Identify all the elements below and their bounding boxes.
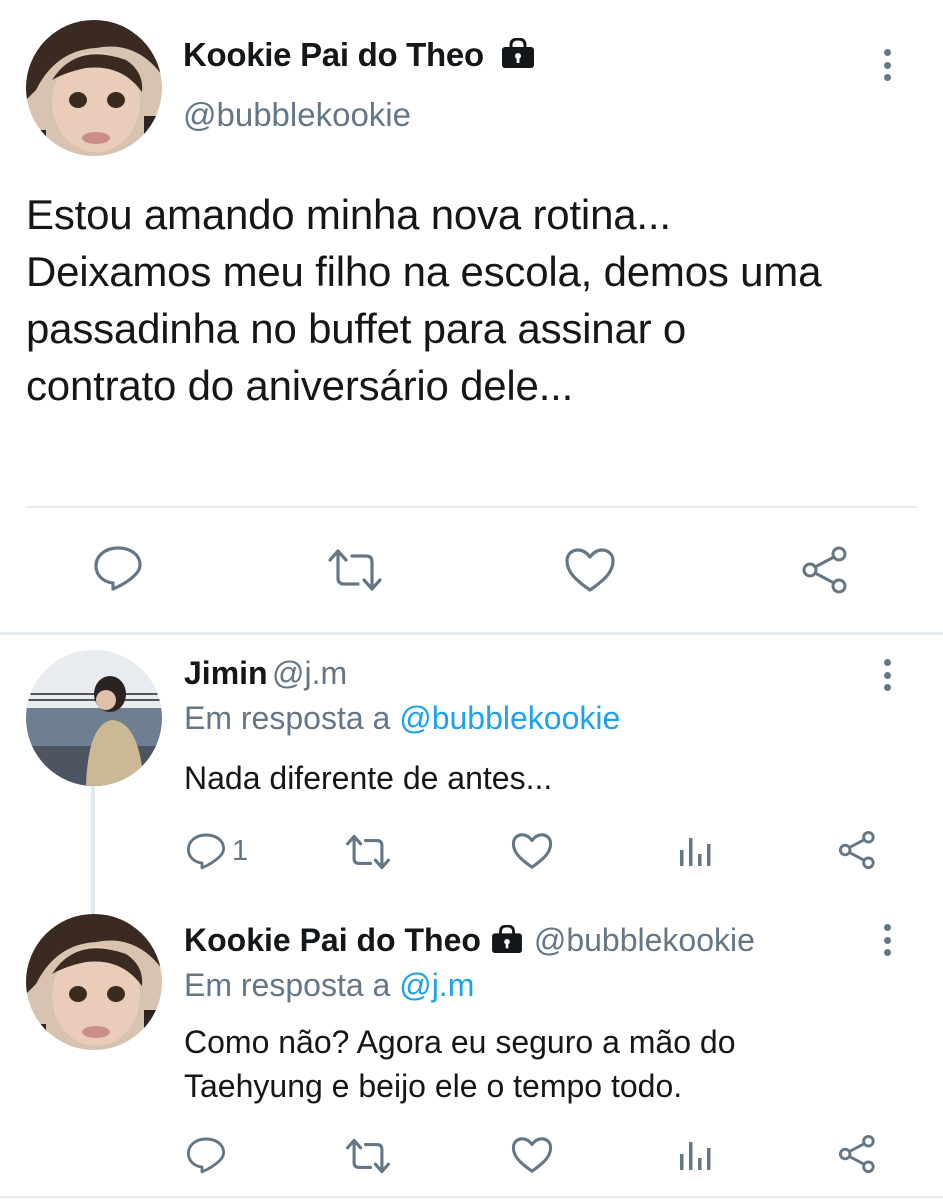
reply-text-line: Como não? Agora eu seguro a mão do — [184, 1024, 736, 1060]
share-button[interactable] — [838, 830, 878, 870]
mention-link[interactable]: @bubblekookie — [399, 700, 620, 736]
tweet-text-line: passadinha no buffet para assinar o — [26, 305, 687, 352]
avatar-kookie[interactable] — [26, 20, 162, 156]
retweet-button[interactable] — [326, 548, 384, 592]
author-name-text[interactable]: Kookie Pai do Theo — [183, 36, 484, 73]
reply-button[interactable] — [186, 1136, 226, 1174]
avatar-kookie[interactable] — [26, 914, 162, 1050]
reply-text: Como não? Agora eu seguro a mão do Taehy… — [184, 1020, 735, 1108]
like-icon — [565, 548, 615, 592]
share-button[interactable] — [801, 545, 851, 595]
like-button[interactable] — [564, 547, 616, 593]
lock-icon — [491, 924, 523, 958]
reply-text-line: Taehyung e beijo ele o tempo todo. — [184, 1068, 683, 1104]
in-reply-label: Em resposta a — [184, 967, 400, 1003]
analytics-icon — [680, 838, 711, 866]
reply-text-line: Nada diferente de antes... — [184, 760, 553, 796]
tweet-text: Estou amando minha nova rotina... Deixam… — [26, 186, 931, 414]
thread-line — [91, 786, 95, 914]
like-icon — [511, 833, 553, 869]
retweet-button[interactable] — [344, 834, 392, 870]
tweet-text-line: Deixamos meu filho na escola, demos uma — [26, 248, 822, 295]
author-handle[interactable]: @bubblekookie — [534, 922, 755, 958]
reply-button[interactable] — [93, 545, 143, 591]
share-icon — [838, 1134, 875, 1174]
more-options-icon[interactable] — [875, 655, 899, 695]
mention-link[interactable]: @j.m — [399, 967, 474, 1003]
avatar-jimin[interactable] — [26, 650, 162, 786]
tweet-text-line: contrato do aniversário dele... — [26, 362, 574, 409]
analytics-icon — [680, 1142, 711, 1170]
retweet-icon — [345, 834, 391, 870]
in-reply-label: Em resposta a — [184, 700, 400, 736]
tweet-text-line: Estou amando minha nova rotina... — [26, 191, 671, 238]
reply-icon — [94, 546, 142, 591]
in-reply-to: Em resposta a @bubblekookie — [184, 700, 620, 737]
reply-button[interactable]: 1 — [186, 832, 248, 870]
author-handle[interactable]: @j.m — [272, 655, 347, 691]
share-icon — [802, 546, 847, 594]
reply-count: 1 — [232, 834, 249, 867]
like-button[interactable] — [511, 832, 553, 870]
divider — [0, 632, 943, 635]
in-reply-to: Em resposta a @j.m — [184, 967, 474, 1004]
retweet-button[interactable] — [344, 1138, 392, 1174]
share-button[interactable] — [838, 1134, 878, 1174]
analytics-button[interactable] — [678, 1138, 712, 1172]
analytics-button[interactable] — [678, 834, 712, 868]
reply-text: Nada diferente de antes... — [184, 756, 552, 800]
author-name[interactable]: Jimin — [184, 655, 268, 691]
reply-icon — [186, 1137, 226, 1174]
retweet-icon — [345, 1138, 391, 1174]
share-icon — [838, 830, 875, 870]
more-options-icon[interactable] — [875, 920, 899, 960]
divider — [0, 1196, 943, 1198]
reply-header: Kookie Pai do Theo @bubblekookie — [184, 922, 755, 959]
more-options-icon[interactable] — [875, 45, 899, 85]
retweet-icon — [328, 549, 382, 591]
lock-icon — [501, 37, 535, 76]
reply-icon — [186, 833, 226, 870]
like-icon — [511, 1137, 553, 1173]
author-name[interactable]: Kookie Pai do Theo — [184, 922, 481, 958]
like-button[interactable] — [511, 1136, 553, 1174]
author-handle[interactable]: @bubblekookie — [183, 96, 411, 134]
author-name[interactable]: Kookie Pai do Theo — [183, 36, 535, 76]
divider — [26, 506, 917, 508]
reply-header: Jimin @j.m — [184, 655, 347, 692]
